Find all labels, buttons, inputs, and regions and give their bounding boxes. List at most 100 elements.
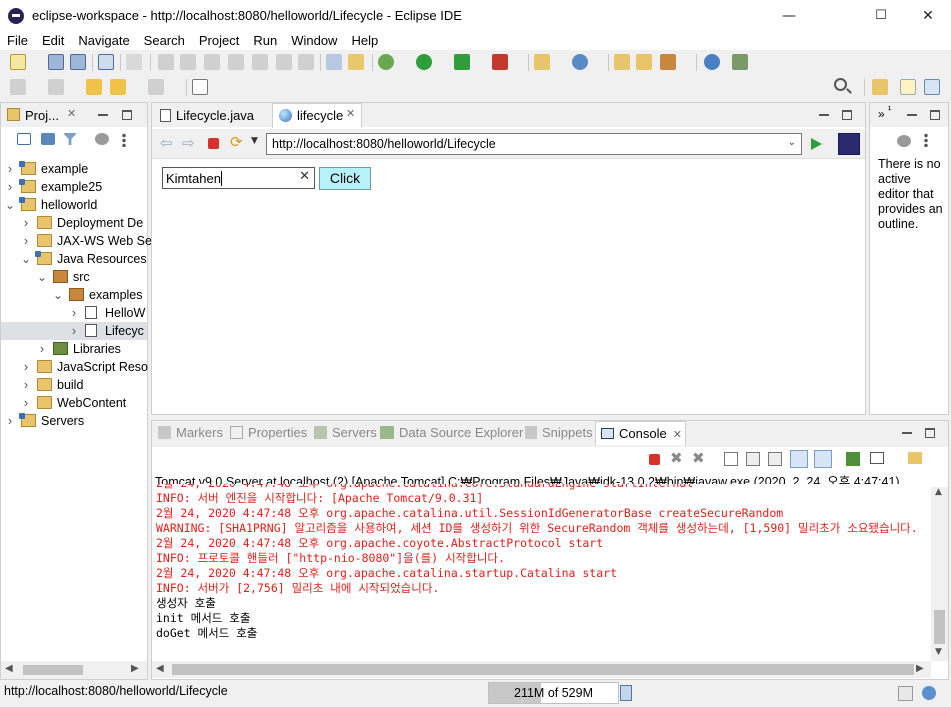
expanded-chevron-icon[interactable]: ⌄ (5, 196, 15, 214)
menu-help[interactable]: Help (344, 31, 385, 50)
java-perspective-icon[interactable] (924, 79, 940, 95)
console-close-icon[interactable]: ✕ (673, 429, 682, 441)
menu-window[interactable]: Window (284, 31, 344, 50)
collapsed-chevron-icon[interactable]: › (21, 394, 31, 412)
eclipse-browser-icon[interactable] (838, 133, 860, 155)
minimize-editor-icon[interactable] (819, 114, 829, 116)
tab-data-source-explorer[interactable]: Data Source Explorer (380, 421, 523, 445)
tree-item[interactable]: › JAX-WS Web Se (1, 232, 152, 250)
collapsed-chevron-icon[interactable]: › (5, 178, 15, 196)
collapsed-chevron-icon[interactable]: › (21, 358, 31, 376)
console-output[interactable]: 2월 24, 2020 4:47:48 오후 org.apache.catali… (152, 484, 931, 661)
link-editor-icon[interactable] (41, 133, 55, 145)
maximize-view-icon[interactable] (122, 110, 132, 120)
console-vertical-scrollbar[interactable]: ▲ ▼ (931, 487, 948, 661)
browser-history-dropdown-icon[interactable]: ▼ (251, 136, 258, 146)
collapse-all-icon[interactable] (17, 133, 31, 145)
step-over-icon[interactable] (276, 54, 292, 70)
browser-refresh-icon[interactable]: ⟳ (230, 133, 243, 151)
menu-edit[interactable]: Edit (35, 31, 71, 50)
terminate-console-icon[interactable] (649, 454, 660, 465)
project-explorer-close-icon[interactable]: ✕ (67, 107, 76, 120)
terminal-icon[interactable] (98, 54, 114, 70)
maximize-editor-icon[interactable] (842, 110, 852, 120)
minimize-console-icon[interactable] (902, 432, 912, 434)
clear-input-icon[interactable]: ✕ (299, 169, 310, 184)
menu-file[interactable]: File (0, 31, 35, 50)
tree-item[interactable]: › build (1, 376, 147, 394)
open-folder-icon[interactable] (614, 54, 630, 70)
console-horizontal-scrollbar[interactable]: ◀ ▶ (152, 661, 931, 678)
step-into-icon[interactable] (252, 54, 268, 70)
new-icon[interactable] (10, 54, 26, 70)
outline-view-menu-icon[interactable] (923, 133, 929, 147)
tree-item[interactable]: › Libraries (1, 340, 147, 358)
tree-item[interactable]: ⌄ src (1, 268, 147, 286)
previous-annotation-icon[interactable] (48, 79, 64, 95)
menu-run[interactable]: Run (246, 31, 284, 50)
open-perspective-icon[interactable] (872, 79, 888, 95)
garbage-collect-icon[interactable] (620, 685, 632, 701)
expanded-chevron-icon[interactable]: ⌄ (37, 268, 47, 286)
menu-search[interactable]: Search (137, 31, 192, 50)
click-button[interactable]: Click (319, 167, 371, 190)
debug-icon[interactable] (378, 54, 394, 70)
focus-icon[interactable] (95, 133, 109, 145)
tree-item[interactable]: ⌄ Java Resources (1, 250, 147, 268)
browser-back-icon[interactable]: ⇦ (160, 134, 173, 152)
external-tools-icon[interactable] (492, 54, 508, 70)
minimize-view-icon[interactable] (98, 114, 108, 116)
tab-lifecycle-java[interactable]: Lifecycle.java (152, 103, 272, 127)
save-all-icon[interactable] (70, 54, 86, 70)
tree-item[interactable]: › Servers (1, 412, 147, 430)
expanded-chevron-icon[interactable]: ⌄ (21, 250, 31, 268)
last-edit-icon[interactable] (86, 79, 102, 95)
focus-outline-icon[interactable] (897, 135, 911, 147)
heap-status[interactable]: 211M of 529M (488, 682, 619, 704)
remove-launch-icon[interactable]: ✖ (670, 449, 683, 467)
offline-icon[interactable] (898, 686, 913, 701)
java-ee-perspective-icon[interactable] (900, 79, 916, 95)
tree-item[interactable]: › example25 (1, 178, 147, 196)
next-annotation-icon[interactable] (10, 79, 26, 95)
new-server-icon[interactable] (534, 54, 550, 70)
tree-item[interactable]: ⌄ examples (1, 286, 147, 304)
open-type-icon[interactable] (348, 54, 364, 70)
go-icon[interactable] (811, 138, 822, 150)
tree-item[interactable]: ⌄ helloworld (1, 196, 147, 214)
open-project-icon[interactable] (636, 54, 652, 70)
remove-all-launches-icon[interactable]: ✖ (692, 449, 705, 467)
collapsed-chevron-icon[interactable]: › (37, 340, 47, 358)
tab-markers[interactable]: Markers (158, 421, 223, 445)
scroll-lock-icon[interactable] (746, 452, 760, 466)
view-menu-icon[interactable] (121, 133, 127, 147)
tab-close-icon[interactable]: ✕ (346, 107, 355, 120)
clear-console-icon[interactable] (724, 452, 738, 466)
show-console-stdout-icon[interactable] (790, 450, 808, 468)
step-return-icon[interactable] (298, 54, 314, 70)
url-field[interactable]: http://localhost:8080/helloworld/Lifecyc… (266, 133, 802, 155)
maximize-button[interactable]: ☐ (858, 0, 904, 31)
collapsed-chevron-icon[interactable]: › (5, 160, 15, 178)
pin-editor-icon[interactable] (192, 79, 208, 95)
collapsed-chevron-icon[interactable]: › (21, 232, 31, 250)
tree-item[interactable]: › HelloW (1, 304, 147, 322)
pin-console-icon[interactable] (846, 452, 860, 466)
terminate-icon[interactable] (204, 54, 220, 70)
collapsed-chevron-icon[interactable]: › (21, 376, 31, 394)
close-button[interactable]: ✕ (905, 0, 951, 31)
resume-icon[interactable] (158, 54, 174, 70)
open-console-icon[interactable] (908, 452, 922, 464)
tab-servers[interactable]: Servers (314, 421, 377, 445)
maximize-outline-icon[interactable] (930, 110, 940, 120)
menu-project[interactable]: Project (192, 31, 246, 50)
url-dropdown-icon[interactable]: ⌄ (788, 137, 796, 148)
new-class-icon[interactable] (572, 54, 588, 70)
collapsed-chevron-icon[interactable]: › (69, 304, 79, 322)
show-console-stderr-icon[interactable] (814, 450, 832, 468)
maximize-console-icon[interactable] (925, 428, 935, 438)
collapsed-chevron-icon[interactable]: › (5, 412, 15, 430)
save-icon[interactable] (48, 54, 64, 70)
notification-icon[interactable] (922, 686, 936, 700)
tree-item[interactable]: › WebContent (1, 394, 147, 412)
